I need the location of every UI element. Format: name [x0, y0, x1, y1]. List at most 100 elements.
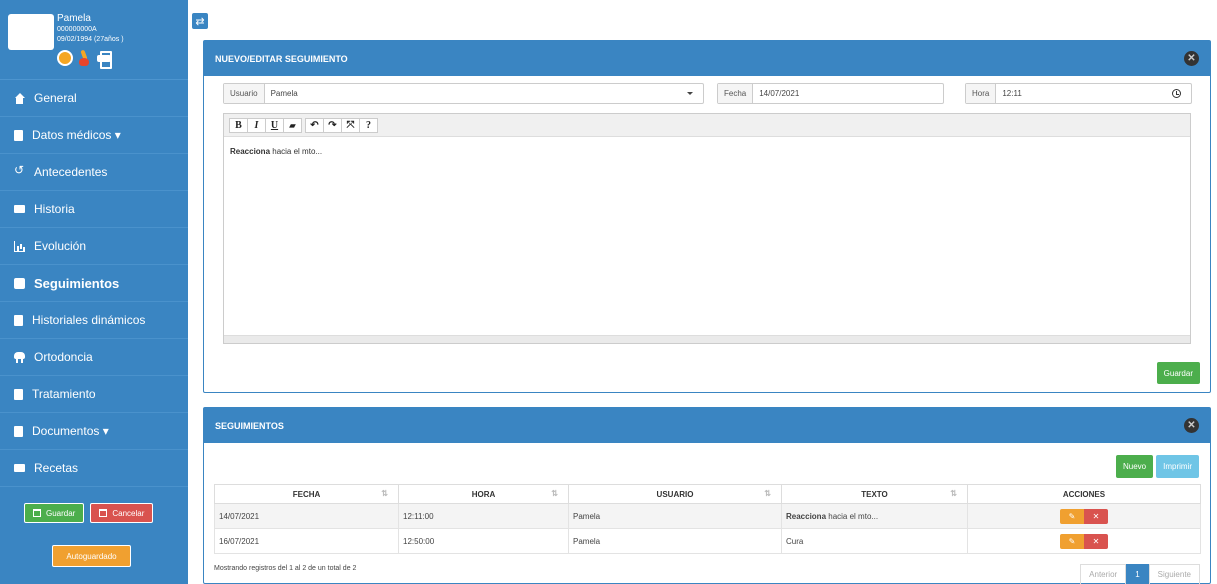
delete-button[interactable]: ✕ — [1084, 533, 1108, 549]
date-value: 14/07/2021 — [759, 89, 800, 98]
cell-usuario: Pamela — [568, 528, 782, 554]
cell-hora: 12:11:00 — [398, 503, 569, 529]
close-icon[interactable]: ✕ — [1184, 418, 1199, 433]
table-row: 14/07/2021 12:11:00 Pamela Reacciona hac… — [214, 503, 1201, 529]
editor-panel: NUEVO/EDITAR SEGUIMIENTO ✕ Usuario Pamel… — [203, 40, 1211, 393]
sidebar-item-label: Historia — [34, 202, 75, 216]
save-button[interactable]: Guardar — [1156, 362, 1200, 384]
column-header-fecha[interactable]: FECHA ⇅ — [214, 484, 399, 504]
eraser-button[interactable]: ▰ — [283, 117, 302, 133]
bar-chart-icon — [14, 240, 25, 252]
date-field[interactable]: Fecha 14/07/2021 — [717, 83, 944, 104]
calendar-icon — [99, 509, 108, 517]
editor-toolbar: B I U ▰ ↶ ↷ ⤧ ? — [224, 114, 1190, 137]
time-field[interactable]: Hora 12:11 — [965, 83, 1192, 104]
avatar — [8, 14, 54, 50]
sidebar-item-historiales-dinamicos[interactable]: Historiales dinámicos — [0, 302, 188, 339]
calendar-icon — [33, 509, 41, 517]
cell-texto-bold: Reacciona — [786, 511, 827, 521]
page-button-current[interactable]: 1 — [1126, 564, 1149, 584]
sidebar-item-documentos[interactable]: Documentos ▾ — [0, 413, 188, 450]
sidebar-item-label: Antecedentes — [34, 165, 108, 179]
cell-acciones: ✎ ✕ — [967, 528, 1201, 554]
fullscreen-button[interactable]: ⤧ — [341, 117, 360, 133]
underline-button[interactable]: U — [265, 117, 284, 133]
face-icon[interactable] — [57, 50, 73, 66]
autosave-button[interactable]: Autoguardado — [52, 545, 131, 567]
cell-acciones: ✎ ✕ — [967, 503, 1201, 529]
editor-content[interactable]: Reacciona hacia el mto... — [224, 137, 1190, 166]
sidebar-item-label: General — [34, 91, 77, 105]
sidebar-item-label: Documentos ▾ — [32, 424, 109, 438]
sidebar-item-ortodoncia[interactable]: Ortodoncia — [0, 339, 188, 376]
column-header-texto[interactable]: TEXTO ⇅ — [781, 484, 968, 504]
cell-fecha: 14/07/2021 — [214, 503, 399, 529]
document-plus-icon — [14, 388, 23, 400]
sidebar-item-label: Historiales dinámicos — [32, 313, 146, 327]
editor-content-text: hacia el mto... — [270, 147, 323, 156]
editor-content-bold: Reacciona — [230, 147, 271, 156]
sidebar-item-recetas[interactable]: Recetas — [0, 450, 188, 487]
pagination: Anterior 1 Siguiente — [1080, 564, 1200, 584]
cell-fecha: 16/07/2021 — [214, 528, 399, 554]
italic-button[interactable]: I — [247, 117, 266, 133]
card-icon — [14, 205, 25, 213]
clipboard-icon — [14, 129, 23, 141]
sidebar-item-label: Recetas — [34, 461, 79, 475]
sidebar-save-button[interactable]: Guardar — [24, 503, 85, 523]
seguimientos-table: FECHA ⇅ HORA ⇅ USUARIO ⇅ TEXTO ⇅ ACCIONES 14… — [214, 484, 1201, 554]
editor-panel-header: NUEVO/EDITAR SEGUIMIENTO ✕ — [204, 41, 1210, 76]
rich-text-editor[interactable]: B I U ▰ ↶ ↷ ⤧ ? Reacciona hacia el mto..… — [223, 113, 1191, 344]
delete-button[interactable]: ✕ — [1084, 508, 1108, 524]
clock-icon[interactable] — [1172, 89, 1181, 98]
tooth-brush-icon[interactable] — [79, 50, 91, 66]
swap-toggle-icon[interactable]: ⇄ — [192, 13, 208, 29]
help-button[interactable]: ? — [359, 117, 378, 133]
column-label: HORA — [471, 489, 496, 499]
seguimientos-panel-header: SEGUIMIENTOS ✕ — [204, 408, 1210, 443]
sidebar-item-general[interactable]: General — [0, 80, 188, 117]
print-icon[interactable] — [97, 51, 112, 69]
sidebar-item-seguimientos[interactable]: Seguimientos — [0, 265, 188, 302]
table-info: Mostrando registros del 1 al 2 de un tot… — [214, 565, 357, 572]
sidebar: Pamela 000000000A 09/02/1994 (27años ) G… — [0, 0, 188, 584]
new-button[interactable]: Nuevo — [1115, 455, 1154, 478]
edit-button[interactable]: ✎ — [1060, 508, 1084, 524]
next-page-button[interactable]: Siguiente — [1148, 564, 1200, 584]
cell-texto-rest: hacia el mto... — [826, 511, 879, 521]
history-icon — [14, 164, 25, 178]
cell-texto-rest: Cura — [786, 536, 804, 546]
user-select[interactable]: Usuario Pamela — [223, 83, 704, 104]
column-header-hora[interactable]: HORA ⇅ — [398, 484, 569, 504]
file-icon — [14, 425, 23, 437]
prev-page-button[interactable]: Anterior — [1080, 564, 1127, 584]
patient-profile: Pamela 000000000A 09/02/1994 (27años ) — [0, 0, 188, 80]
close-icon[interactable]: ✕ — [1184, 51, 1199, 66]
bold-button[interactable]: B — [229, 117, 248, 133]
sidebar-item-label: Ortodoncia — [34, 350, 93, 364]
user-value: Pamela — [270, 89, 298, 98]
patient-dob: 09/02/1994 (27años ) — [57, 36, 124, 43]
editor-resize-bar[interactable] — [224, 335, 1190, 343]
redo-button[interactable]: ↷ — [323, 117, 342, 133]
sidebar-item-evolucion[interactable]: Evolución — [0, 228, 188, 265]
sidebar-item-label: Evolución — [34, 239, 87, 253]
sort-icon: ⇅ — [551, 489, 558, 498]
edit-button[interactable]: ✎ — [1060, 533, 1084, 549]
time-value: 12:11 — [1002, 89, 1022, 98]
column-label: ACCIONES — [1062, 489, 1106, 499]
sidebar-item-antecedentes[interactable]: Antecedentes — [0, 154, 188, 191]
time-label: Hora — [966, 84, 997, 103]
sort-icon: ⇅ — [950, 489, 957, 498]
column-header-usuario[interactable]: USUARIO ⇅ — [568, 484, 782, 504]
print-button[interactable]: Imprimir — [1156, 455, 1199, 478]
list-icon — [14, 464, 25, 472]
date-label: Fecha — [718, 84, 754, 103]
table-row: 16/07/2021 12:50:00 Pamela Cura ✎ ✕ — [214, 528, 1201, 554]
undo-button[interactable]: ↶ — [305, 117, 324, 133]
sidebar-item-label: Datos médicos ▾ — [32, 128, 121, 142]
sidebar-item-historia[interactable]: Historia — [0, 191, 188, 228]
sidebar-item-datos-medicos[interactable]: Datos médicos ▾ — [0, 117, 188, 154]
sidebar-item-tratamiento[interactable]: Tratamiento — [0, 376, 188, 413]
sidebar-cancel-button[interactable]: Cancelar — [90, 503, 154, 523]
